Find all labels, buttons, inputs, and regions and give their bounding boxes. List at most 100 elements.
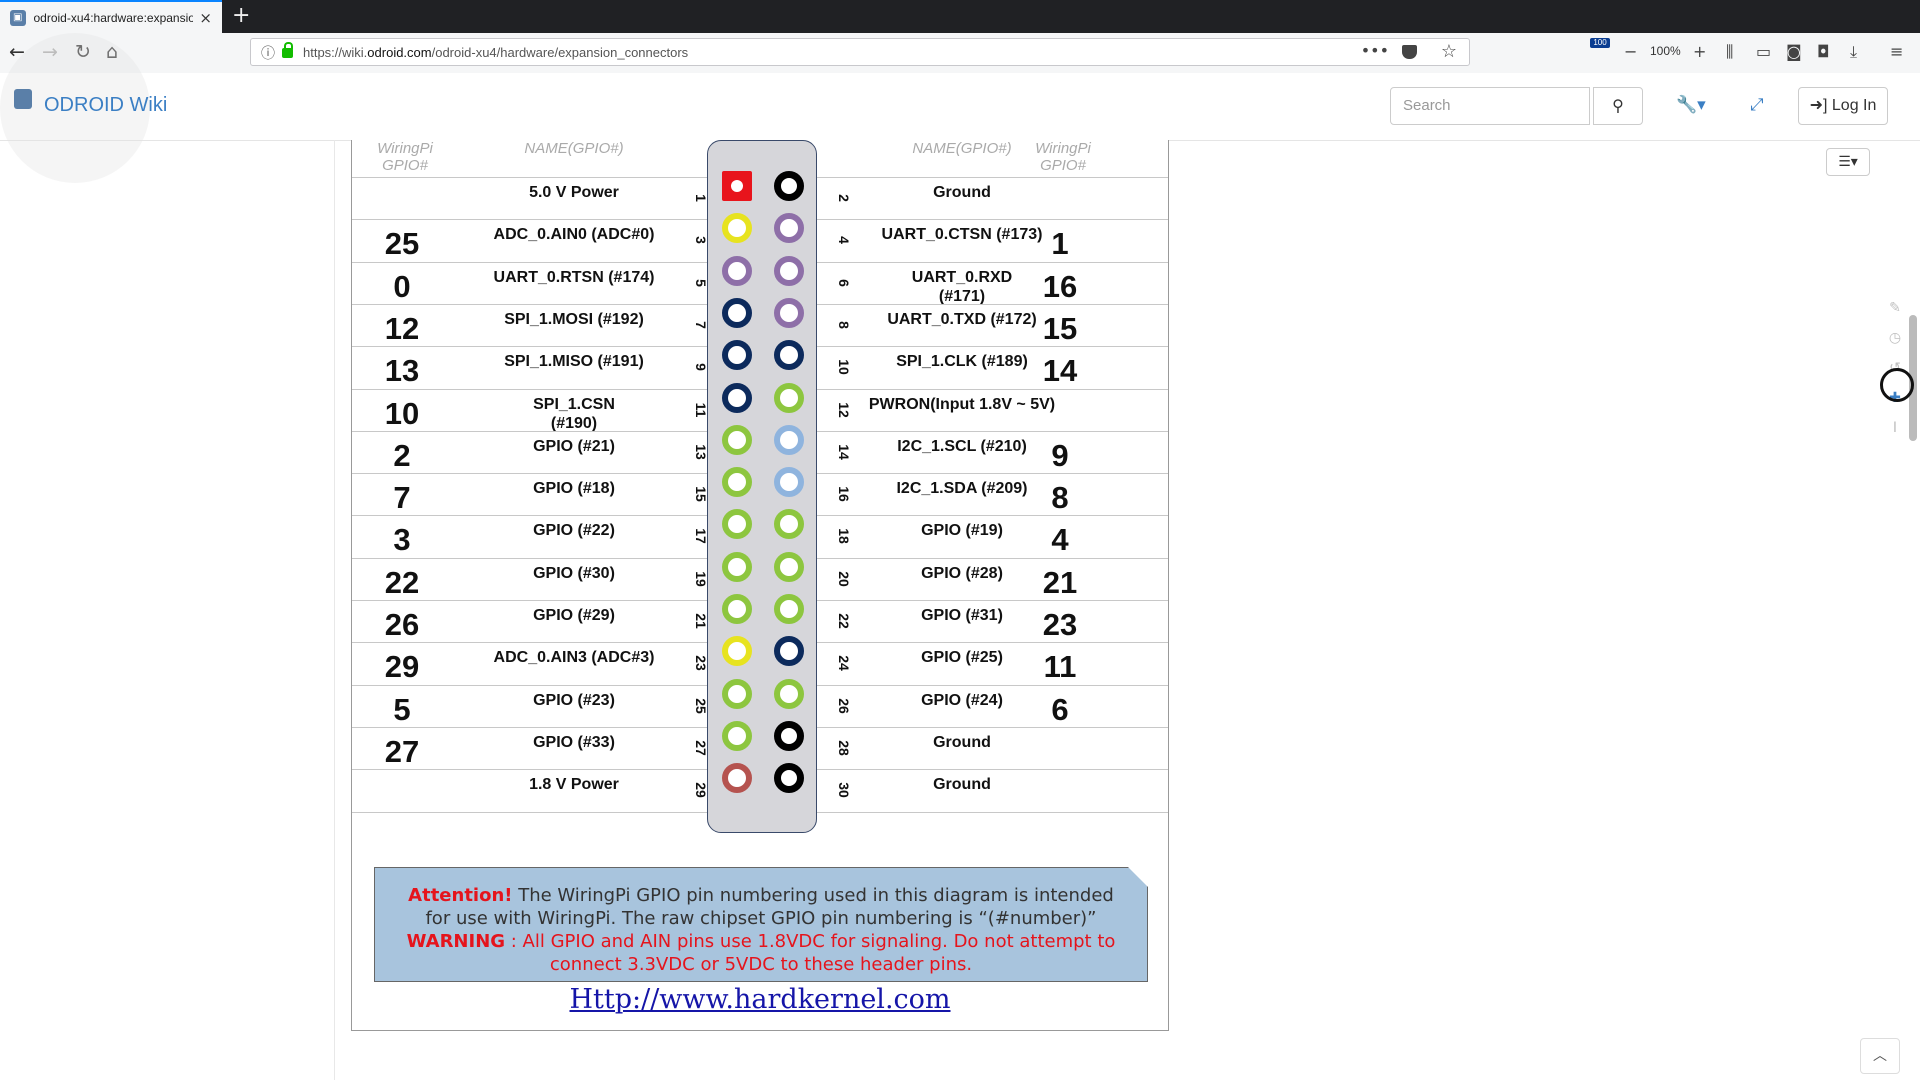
bookmark-star-icon[interactable]: ☆ xyxy=(1441,41,1457,62)
pin-name-right: PWRON(Input 1.8V ~ 5V) xyxy=(868,395,1056,413)
wiringpi-left: 0 xyxy=(393,268,411,304)
download-icon[interactable]: ⤓ xyxy=(1850,42,1857,62)
pin-left xyxy=(722,213,752,244)
camera-icon[interactable]: ◘ xyxy=(1817,42,1830,61)
pin-left xyxy=(722,720,752,751)
pin-name-left: UART_0.RTSN (#174) xyxy=(493,268,655,286)
back-to-top-button[interactable]: ︿ xyxy=(1860,1038,1900,1074)
search-button[interactable]: ⚲ xyxy=(1593,87,1643,125)
screenshot-icon[interactable]: ◙ xyxy=(1786,42,1802,61)
lock-icon xyxy=(282,42,293,58)
wiki-header: ODROID Wiki Search ⚲ 🔧▾ ⤢ ➜] Log In xyxy=(0,33,1920,183)
close-tab-icon[interactable]: × xyxy=(199,9,212,27)
pin-right xyxy=(774,255,804,286)
pin-left xyxy=(722,382,752,413)
pocket-icon[interactable] xyxy=(1402,45,1417,59)
pin-left xyxy=(722,255,752,286)
wiringpi-right: 16 xyxy=(1042,268,1078,304)
login-icon: ➜] xyxy=(1809,97,1828,114)
library-icon[interactable]: ⫼ xyxy=(1726,42,1733,62)
warning-label: WARNING xyxy=(406,931,506,952)
list-icon: ☰▾ xyxy=(1838,154,1858,170)
zoom-level[interactable]: 100% xyxy=(1650,44,1681,58)
search-input[interactable]: Search xyxy=(1390,87,1590,125)
wiringpi-right: 11 xyxy=(1043,649,1077,685)
pin-right xyxy=(774,382,804,413)
pin-left xyxy=(722,297,752,328)
wiringpi-left: 2 xyxy=(393,437,411,473)
pin-name-left: ADC_0.AIN0 (ADC#0) xyxy=(493,226,655,244)
pin-left xyxy=(722,509,752,540)
pin-right xyxy=(774,551,804,582)
pin-right xyxy=(774,509,804,540)
pin-right xyxy=(774,594,804,624)
menu-icon[interactable]: ≡ xyxy=(1890,42,1903,61)
pin-name-left: GPIO (#23) xyxy=(533,691,615,709)
site-favicon-icon: ▣ xyxy=(10,9,26,26)
pin-name-left: SPI_1.MISO (#191) xyxy=(504,353,644,371)
tab-bar: ▣ odroid-xu4:hardware:expansio × + xyxy=(0,0,1920,33)
header-right-wiringpi: WiringPi GPIO# xyxy=(1035,140,1091,174)
pin-left xyxy=(722,467,752,498)
odroid-logo-icon[interactable] xyxy=(14,89,32,109)
page-actions-icon[interactable]: ••• xyxy=(1361,41,1389,60)
wiringpi-left: 3 xyxy=(393,522,411,558)
pin-name-left: GPIO (#30) xyxy=(533,564,615,582)
new-tab-icon[interactable]: + xyxy=(232,3,250,28)
site-brand[interactable]: ODROID Wiki xyxy=(44,94,167,117)
login-button[interactable]: ➜] Log In xyxy=(1798,87,1888,125)
attention-label: Attention! xyxy=(408,885,513,906)
wiringpi-right: 23 xyxy=(1042,607,1078,642)
toc-toggle-button[interactable]: ☰▾ xyxy=(1826,148,1870,176)
pin-name-left: GPIO (#21) xyxy=(533,437,615,455)
pin-name-left: 1.8 V Power xyxy=(529,776,619,794)
chevron-up-icon: ︿ xyxy=(1873,1048,1887,1064)
hardkernel-link[interactable]: Http://www.hardkernel.com xyxy=(352,984,1168,1015)
edit-icon[interactable]: ✎ xyxy=(1878,300,1912,316)
pin-name-right: Ground xyxy=(933,776,991,794)
login-label: Log In xyxy=(1831,97,1877,114)
pin-left xyxy=(722,763,752,794)
fullscreen-icon[interactable]: ⤢ xyxy=(1750,95,1764,115)
zoom-out-icon[interactable]: − xyxy=(1624,42,1637,61)
search-icon: ⚲ xyxy=(1612,96,1624,115)
pin-name-left: SPI_1.CSN (#190) xyxy=(533,395,615,432)
pin-left xyxy=(722,171,752,201)
wiringpi-left: 25 xyxy=(384,226,420,262)
pin-right xyxy=(774,763,804,794)
pin-right xyxy=(774,424,804,455)
pin-name-left: GPIO (#29) xyxy=(533,607,615,624)
tools-menu-icon[interactable]: 🔧▾ xyxy=(1676,95,1706,115)
header-left-wiringpi: WiringPi GPIO# xyxy=(377,140,433,174)
pin-name-left: GPIO (#22) xyxy=(533,522,615,540)
pin-right xyxy=(774,171,804,201)
wiringpi-left: 27 xyxy=(384,733,420,769)
warning-text: : All GPIO and AIN pins use 1.8VDC for s… xyxy=(505,931,1116,975)
address-bar[interactable]: ⓘ https://wiki.odroid.com/odroid-xu4/har… xyxy=(250,38,1470,66)
pin-name-right: Ground xyxy=(933,184,991,201)
url-text: https://wiki.odroid.com/odroid-xu4/hardw… xyxy=(303,45,689,60)
wiringpi-right: 1 xyxy=(1051,226,1069,262)
wiringpi-left: 7 xyxy=(393,480,411,516)
pin-right xyxy=(774,678,804,709)
pin-name-left: SPI_1.MOSI (#192) xyxy=(504,310,644,328)
header-left-name: NAME(GPIO#) xyxy=(524,140,624,157)
wiringpi-left: 12 xyxy=(384,310,420,346)
zoom-in-icon[interactable]: + xyxy=(1693,42,1706,61)
info-icon[interactable]: ⓘ xyxy=(261,43,275,63)
wiringpi-left: 13 xyxy=(384,353,420,389)
text-cursor-icon[interactable]: I xyxy=(1878,420,1912,436)
wiringpi-right: 6 xyxy=(1051,691,1069,727)
pin-right xyxy=(774,720,804,751)
history-icon[interactable]: ◷ xyxy=(1878,330,1912,346)
pin-right xyxy=(774,467,804,498)
wiringpi-right: 4 xyxy=(1051,522,1069,558)
sidebar-icon[interactable]: ▭ xyxy=(1756,42,1771,61)
wiringpi-right: 15 xyxy=(1042,310,1078,346)
note-fold xyxy=(1128,867,1148,887)
browser-tab[interactable]: ▣ odroid-xu4:hardware:expansio × xyxy=(0,0,222,33)
pin-left xyxy=(722,594,752,624)
pin-name-left: ADC_0.AIN3 (ADC#3) xyxy=(493,649,655,667)
zoom-badge: 100 xyxy=(1590,38,1610,48)
cursor-highlight xyxy=(1880,368,1914,402)
